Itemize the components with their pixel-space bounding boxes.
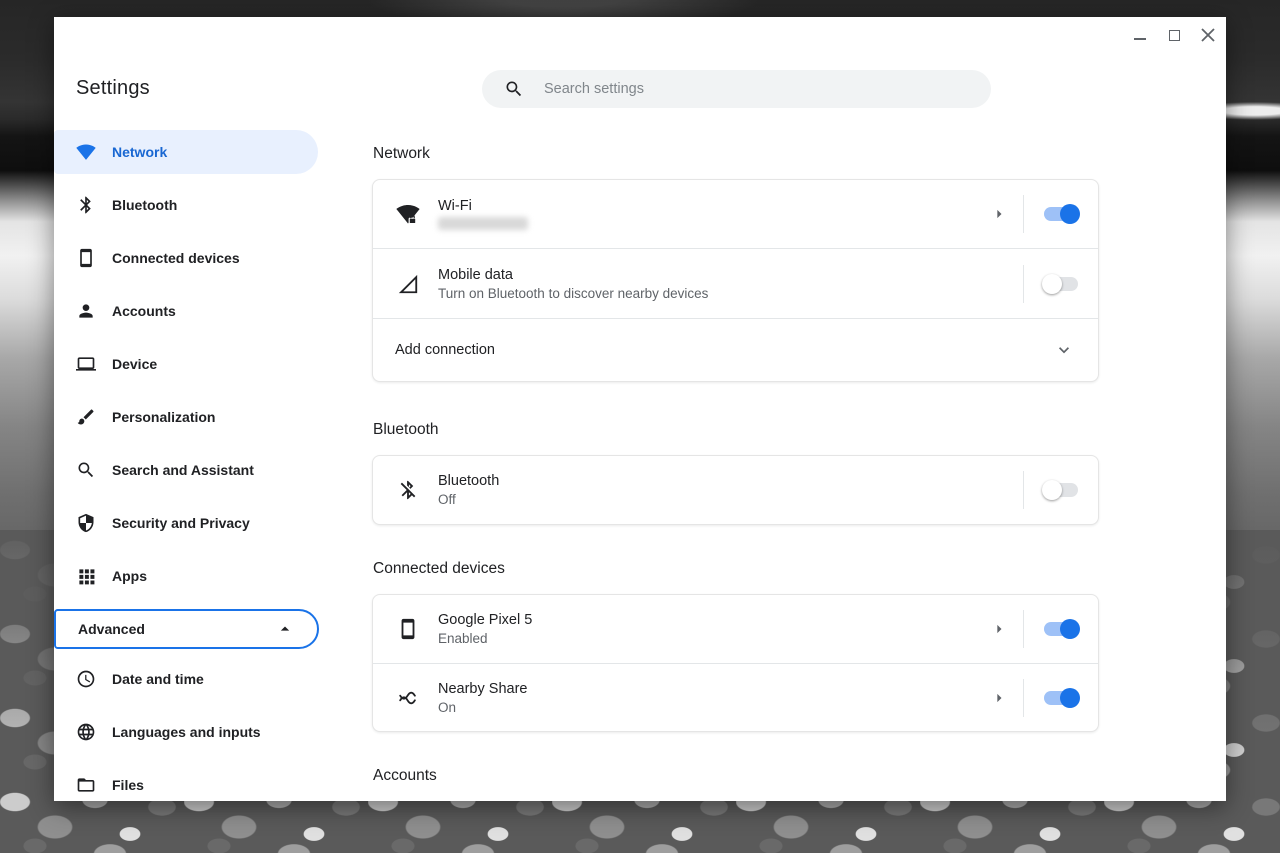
bluetooth-disabled-icon <box>395 479 421 501</box>
mobile-data-subtitle: Turn on Bluetooth to discover nearby dev… <box>438 286 708 301</box>
page-title: Settings <box>54 77 372 100</box>
bluetooth-section-heading: Bluetooth <box>373 421 1099 439</box>
minimize-button[interactable] <box>1128 23 1152 47</box>
person-icon <box>74 299 98 323</box>
sidebar-item-label: Files <box>112 777 144 793</box>
pixel-device-status: Enabled <box>438 631 532 646</box>
wifi-icon <box>74 140 98 164</box>
chevron-down-icon <box>1054 340 1074 360</box>
pixel-device-toggle[interactable] <box>1044 622 1078 636</box>
globe-icon <box>74 720 98 744</box>
sidebar-item-label: Personalization <box>112 409 215 425</box>
close-button[interactable] <box>1196 23 1220 47</box>
close-icon <box>1201 28 1215 42</box>
sidebar-item-label: Security and Privacy <box>112 515 250 531</box>
sidebar-item-search-assistant[interactable]: Search and Assistant <box>54 448 318 492</box>
bluetooth-card: Bluetooth Off <box>372 455 1099 525</box>
sidebar-item-label: Bluetooth <box>112 197 177 213</box>
mobile-data-toggle[interactable] <box>1044 277 1078 291</box>
advanced-toggle-button[interactable]: Advanced <box>54 609 319 649</box>
settings-window: Settings Network Bluetooth Connected dev… <box>54 17 1226 801</box>
add-connection-row[interactable]: Add connection <box>373 318 1098 381</box>
sidebar-item-label: Connected devices <box>112 250 240 266</box>
sidebar-item-date-time[interactable]: Date and time <box>54 657 318 701</box>
sidebar-item-apps[interactable]: Apps <box>54 554 318 598</box>
wifi-toggle[interactable] <box>1044 207 1078 221</box>
sidebar-item-personalization[interactable]: Personalization <box>54 395 318 439</box>
network-section-heading: Network <box>373 145 1099 163</box>
maximize-icon <box>1169 30 1180 41</box>
mobile-data-title: Mobile data <box>438 267 708 283</box>
sidebar-item-device[interactable]: Device <box>54 342 318 386</box>
chevron-right-icon <box>989 619 1009 639</box>
sidebar-item-label: Search and Assistant <box>112 462 254 478</box>
connected-devices-section-heading: Connected devices <box>373 560 1099 578</box>
wifi-lock-icon <box>395 202 421 226</box>
magnifier-icon <box>74 458 98 482</box>
wifi-row[interactable]: Wi-Fi <box>373 180 1098 248</box>
bluetooth-icon <box>74 193 98 217</box>
apps-grid-icon <box>74 564 98 588</box>
sidebar-item-label: Network <box>112 144 167 160</box>
advanced-label: Advanced <box>78 621 145 637</box>
mobile-data-row[interactable]: Mobile data Turn on Bluetooth to discove… <box>373 248 1098 318</box>
nearby-share-row[interactable]: Nearby Share On <box>373 663 1098 731</box>
bluetooth-title: Bluetooth <box>438 473 499 489</box>
sidebar-item-label: Accounts <box>112 303 176 319</box>
smartphone-icon <box>74 246 98 270</box>
sidebar: Settings Network Bluetooth Connected dev… <box>54 17 372 801</box>
network-card: Wi-Fi Mobi <box>372 179 1099 382</box>
main-content: Network Wi-Fi <box>372 17 1226 801</box>
smartphone-icon <box>395 618 421 640</box>
wifi-network-name-redacted <box>438 217 528 230</box>
sidebar-item-label: Languages and inputs <box>112 724 261 740</box>
nearby-share-title: Nearby Share <box>438 681 527 697</box>
caret-up-icon <box>275 619 295 639</box>
nearby-share-status: On <box>438 700 527 715</box>
sidebar-nav: Network Bluetooth Connected devices Acco… <box>54 130 372 598</box>
nearby-share-icon <box>395 687 421 709</box>
search-icon <box>504 79 524 99</box>
sidebar-item-bluetooth[interactable]: Bluetooth <box>54 183 318 227</box>
maximize-button[interactable] <box>1162 23 1186 47</box>
bluetooth-toggle[interactable] <box>1044 483 1078 497</box>
sidebar-item-files[interactable]: Files <box>54 763 318 801</box>
add-connection-label: Add connection <box>395 342 495 358</box>
pixel-device-row[interactable]: Google Pixel 5 Enabled <box>373 595 1098 663</box>
sidebar-item-label: Device <box>112 356 157 372</box>
sidebar-item-security-privacy[interactable]: Security and Privacy <box>54 501 318 545</box>
chevron-right-icon <box>989 204 1009 224</box>
sidebar-item-accounts[interactable]: Accounts <box>54 289 318 333</box>
nearby-share-toggle[interactable] <box>1044 691 1078 705</box>
sidebar-item-label: Date and time <box>112 671 204 687</box>
pixel-device-title: Google Pixel 5 <box>438 612 532 628</box>
settings-search-bar[interactable] <box>482 70 991 108</box>
mobile-data-icon <box>395 273 421 295</box>
wifi-title: Wi-Fi <box>438 198 528 214</box>
search-input[interactable] <box>544 81 975 97</box>
connected-devices-card: Google Pixel 5 Enabled <box>372 594 1099 732</box>
chevron-right-icon <box>989 688 1009 708</box>
sidebar-item-connected-devices[interactable]: Connected devices <box>54 236 318 280</box>
minimize-icon <box>1134 38 1146 40</box>
bluetooth-row[interactable]: Bluetooth Off <box>373 456 1098 524</box>
laptop-icon <box>74 352 98 376</box>
advanced-subnav: Date and time Languages and inputs Files <box>54 657 372 801</box>
shield-icon <box>74 511 98 535</box>
window-controls <box>1128 23 1220 47</box>
accounts-section-heading: Accounts <box>373 767 1099 785</box>
sidebar-item-label: Apps <box>112 568 147 584</box>
sidebar-item-network[interactable]: Network <box>54 130 318 174</box>
folder-icon <box>74 773 98 797</box>
sidebar-item-languages-inputs[interactable]: Languages and inputs <box>54 710 318 754</box>
bluetooth-status: Off <box>438 492 499 507</box>
clock-icon <box>74 667 98 691</box>
brush-icon <box>74 405 98 429</box>
